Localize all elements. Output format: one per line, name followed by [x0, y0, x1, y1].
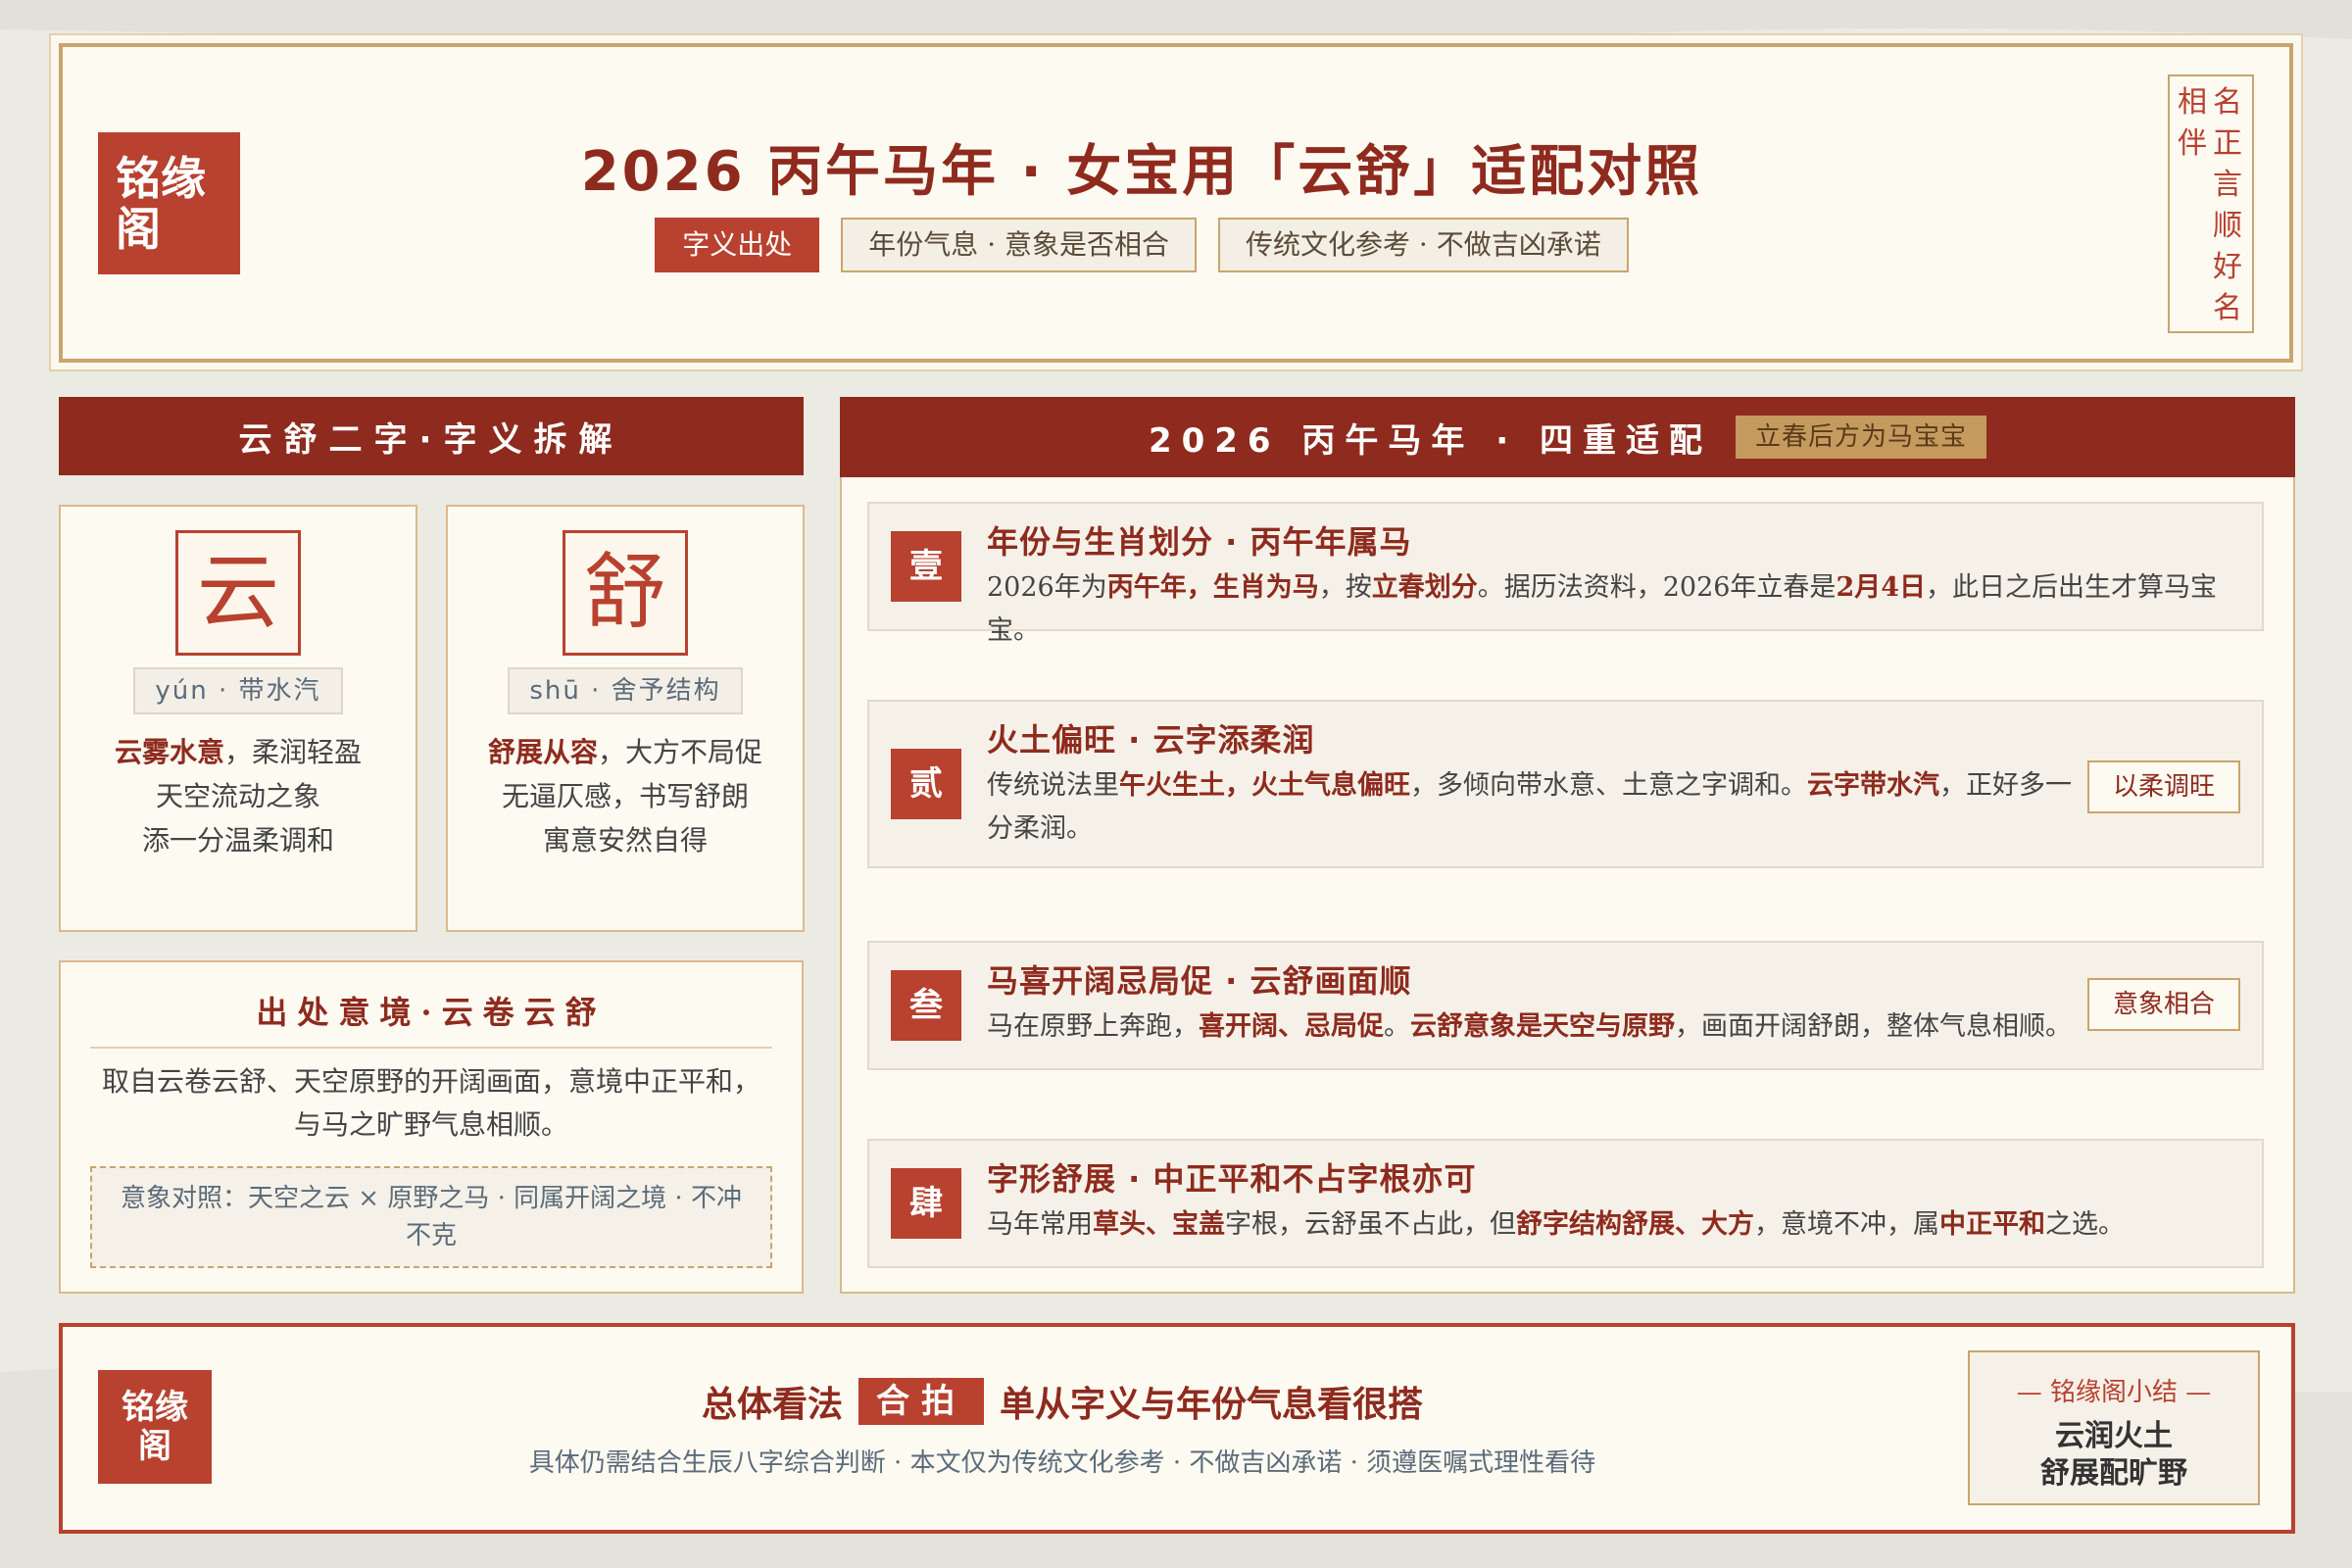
tag-meaning-source[interactable]: 字义出处	[655, 218, 820, 272]
meaning-text: ，大方不局促	[598, 736, 763, 768]
char-card-shu: 舒 shū · 舍予结构 舒展从容，大方不局促 无逼仄感，书写舒朗 寓意安然自得	[446, 505, 805, 932]
seal-char: 言	[2213, 168, 2242, 202]
rule-text: 马在原野上奔跑，	[987, 1011, 1199, 1042]
verdict-badge: 合拍	[858, 1378, 984, 1425]
summary-line: 舒展配旷野	[2040, 1456, 2187, 1491]
rule-card: 肆字形舒展 · 中正平和不占字根亦可马年常用草头、宝盖字根，云舒虽不占此，但舒字…	[867, 1139, 2264, 1268]
rule-title: 马喜开阔忌局促 · 云舒画面顺	[987, 962, 1412, 1000]
rule-highlight: 丙午年，生肖为马	[1106, 572, 1319, 603]
right-section-title: 2026 丙午马年 · 四重适配 立春后方为马宝宝	[840, 397, 2295, 477]
rule-card: 贰火土偏旺 · 云字添柔润传统说法里午火生土，火土气息偏旺，多倾向带水意、土意之…	[867, 700, 2264, 868]
rule-highlight: 舒字结构舒展、大方	[1516, 1209, 1754, 1240]
rule-highlight: 2月4日	[1836, 572, 1927, 603]
rule-highlight: 云字带水汽	[1807, 770, 1939, 801]
seal-char: 好	[2213, 250, 2242, 284]
seal-char: 正	[2213, 126, 2242, 161]
footer-logo: 铭缘 阁	[98, 1370, 212, 1484]
seal-char: 伴	[2178, 126, 2207, 161]
meaning-line: 无逼仄感，书写舒朗	[501, 780, 749, 812]
verdict-conclusion: 单从字义与年份气息看很搭	[1000, 1385, 1424, 1425]
rule-text: ，画面开阔舒朗，整体气息相顺。	[1675, 1011, 2072, 1042]
footer-disclaimer: 具体仍需结合生辰八字综合判断 · 本文仅为传统文化参考 · 不做吉凶承诺 · 须…	[528, 1448, 1596, 1478]
rule-number: 壹	[891, 531, 961, 602]
seal-column-left: 相 伴	[2176, 82, 2209, 165]
source-card: 出处意境·云卷云舒 取自云卷云舒、天空原野的开阔画面，意境中正平和，与马之旷野气…	[59, 960, 804, 1294]
seal-char: 相	[2178, 85, 2207, 120]
rule-title: 火土偏旺 · 云字添柔润	[987, 721, 1315, 759]
rule-badge: 意象相合	[2087, 978, 2240, 1031]
summary-box: — 铭缘阁小结 — 云润火土 舒展配旷野	[1968, 1350, 2260, 1505]
meaning-line: 添一分温柔调和	[141, 824, 334, 857]
seal-char: 名	[2213, 291, 2242, 325]
rule-title: 字形舒展 · 中正平和不占字根亦可	[987, 1160, 1477, 1198]
rule-text: 字根，云舒虽不占此，但	[1225, 1209, 1516, 1240]
spring-badge: 立春后方为马宝宝	[1736, 416, 1987, 459]
rule-text: 传统说法里	[987, 770, 1119, 801]
char-meaning: 舒展从容，大方不局促 无逼仄感，书写舒朗 寓意安然自得	[448, 730, 803, 862]
summary-label: — 铭缘阁小结 —	[2016, 1378, 2212, 1407]
header-tags: 字义出处 年份气息 · 意象是否相合 传统文化参考 · 不做吉凶承诺	[392, 218, 1891, 272]
meaning-text: ，柔润轻盈	[224, 736, 363, 768]
rule-badge: 以柔调旺	[2087, 760, 2240, 813]
rule-text: 。	[1384, 1011, 1410, 1042]
rule-highlight: 中正平和	[1939, 1209, 2045, 1240]
source-title: 出处意境·云卷云舒	[90, 988, 772, 1049]
rule-highlight: 立春划分	[1371, 572, 1478, 603]
rule-text: ，意境不冲，属	[1754, 1209, 1939, 1240]
logo-line2: 阁	[116, 202, 161, 256]
rule-card: 壹年份与生肖划分 · 丙午年属马 2026年为丙午年，生肖为马，按立春划分。据历法…	[867, 502, 2264, 646]
rule-body: 传统说法里午火生土，火土气息偏旺，多倾向带水意、土意之字调和。云字带水汽，正好多…	[987, 764, 2076, 851]
rule-text: 之选。	[2045, 1209, 2125, 1240]
rule-highlight: 午火生土，火土气息偏旺	[1119, 770, 1410, 801]
char-card-yun: 云 yún · 带水汽 云雾水意，柔润轻盈 天空流动之象 添一分温柔调和	[59, 505, 417, 932]
right-title-text: 2026 丙午马年 · 四重适配	[1148, 420, 1713, 461]
tag-culture-disclaimer[interactable]: 传统文化参考 · 不做吉凶承诺	[1218, 218, 1629, 272]
logo-line2: 阁	[138, 1427, 172, 1466]
left-section-title: 云舒二字·字义拆解	[59, 397, 804, 475]
brand-logo: 铭缘 阁	[98, 132, 240, 274]
footer: 铭缘 阁 总体看法 合拍 单从字义与年份气息看很搭 具体仍需结合生辰八字综合判断…	[59, 1323, 2295, 1534]
rule-highlight: 云舒意象是天空与原野	[1410, 1011, 1675, 1042]
imagery-comparison: 意象对照：天空之云 × 原野之马 · 同属开阔之境 · 不冲不克	[90, 1166, 772, 1268]
rule-body: 2026年为丙午年，生肖为马，按立春划分。据历法资料，2026年立春是2月4日，…	[987, 566, 2223, 653]
rule-body: 马年常用草头、宝盖字根，云舒虽不占此，但舒字结构舒展、大方，意境不冲，属中正平和…	[987, 1203, 2223, 1247]
rule-text: 。据历法资料，2026年立春是	[1477, 572, 1837, 603]
rule-number: 肆	[891, 1168, 961, 1239]
meaning-highlight: 舒展从容	[487, 736, 598, 768]
rule-highlight: 喜开阔、忌局促	[1199, 1011, 1384, 1042]
seal-char: 名	[2213, 85, 2242, 120]
summary-line: 云润火土	[2055, 1419, 2173, 1453]
rule-title: 年份与生肖划分 · 丙午年属马	[987, 523, 1412, 561]
rule-text: ，按	[1318, 572, 1372, 603]
meaning-line: 寓意安然自得	[542, 824, 708, 857]
verdict-lead: 总体看法	[701, 1385, 843, 1425]
rule-number: 贰	[891, 749, 961, 819]
char-meaning: 云雾水意，柔润轻盈 天空流动之象 添一分温柔调和	[61, 730, 416, 862]
vertical-seal: 名 正 言 顺 好 名 相 伴	[2168, 74, 2254, 333]
meaning-highlight: 云雾水意	[114, 736, 224, 768]
char-glyph: 云	[175, 530, 301, 656]
meaning-line: 舒展从容，大方不局促	[448, 730, 803, 774]
footer-verdict: 总体看法 合拍 单从字义与年份气息看很搭	[259, 1376, 1866, 1427]
rule-text: 2026年为	[987, 572, 1107, 603]
seal-char: 顺	[2213, 209, 2242, 243]
rule-body: 马在原野上奔跑，喜开阔、忌局促。云舒意象是天空与原野，画面开阔舒朗，整体气息相顺…	[987, 1005, 2076, 1049]
pinyin-tag: shū · 舍予结构	[508, 667, 743, 714]
source-text: 取自云卷云舒、天空原野的开阔画面，意境中正平和，与马之旷野气息相顺。	[101, 1065, 760, 1141]
pinyin-tag: yún · 带水汽	[133, 667, 343, 714]
seal-column-right: 名 正 言 顺 好 名	[2211, 82, 2244, 329]
meaning-line: 云雾水意，柔润轻盈	[61, 730, 416, 774]
logo-line1: 铭缘	[122, 1388, 188, 1427]
page-title: 2026 丙午马年 · 女宝用「云舒」适配对照	[580, 140, 1703, 204]
logo-line1: 铭缘	[116, 151, 206, 205]
rule-highlight: 草头、宝盖	[1093, 1209, 1225, 1240]
tag-year-harmony[interactable]: 年份气息 · 意象是否相合	[841, 218, 1197, 272]
rule-text: ，多倾向带水意、土意之字调和。	[1410, 770, 1807, 801]
rule-card: 叁马喜开阔忌局促 · 云舒画面顺马在原野上奔跑，喜开阔、忌局促。云舒意象是天空与…	[867, 941, 2264, 1070]
rule-number: 叁	[891, 970, 961, 1041]
rule-text: 马年常用	[987, 1209, 1093, 1240]
meaning-line: 天空流动之象	[155, 780, 320, 812]
char-glyph: 舒	[563, 530, 688, 656]
